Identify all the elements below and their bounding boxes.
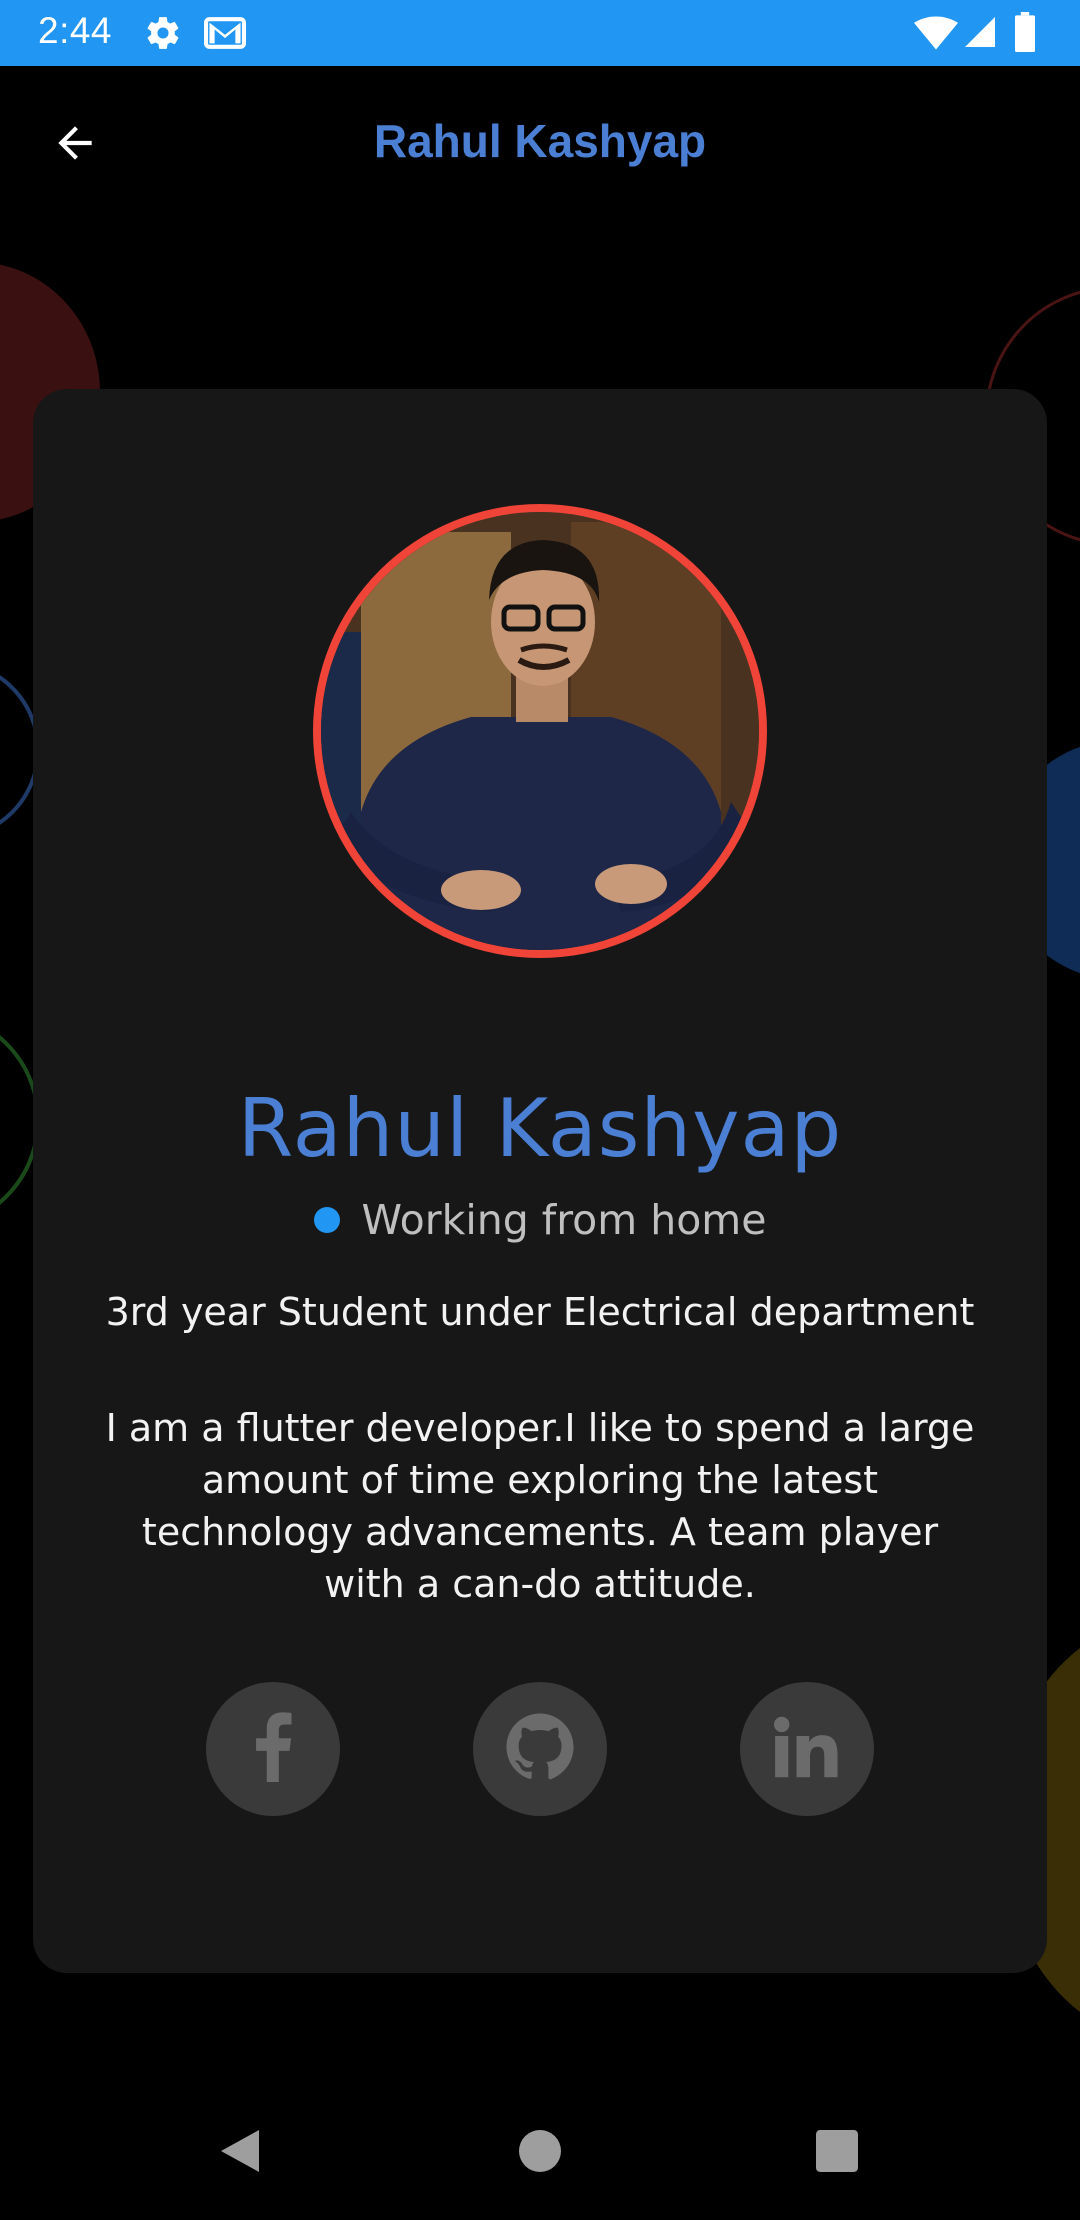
github-button[interactable]: [473, 1682, 607, 1816]
status-time: 2:44: [38, 10, 113, 51]
wifi-icon: [914, 16, 958, 54]
back-triangle-icon: [219, 2128, 261, 2178]
recents-square-icon: [816, 2130, 858, 2176]
profile-name: Rahul Kashyap: [237, 1082, 843, 1175]
nav-home-button[interactable]: [495, 2108, 585, 2198]
signal-icon: [962, 14, 998, 54]
linkedin-button[interactable]: [740, 1682, 874, 1816]
bio-text: I am a flutter developer.I like to spend…: [105, 1406, 975, 1606]
github-icon: [505, 1712, 575, 1786]
settings-icon: [144, 14, 182, 56]
battery-icon: [1014, 12, 1036, 56]
status-text: Working from home: [361, 1196, 767, 1244]
role-text: 3rd year Student under Electrical depart…: [105, 1290, 975, 1334]
linkedin-icon: [774, 1716, 840, 1782]
status-dot-icon: [313, 1207, 340, 1233]
app-title: Rahul Kashyap: [373, 115, 707, 167]
status-bar: 2:44: [0, 0, 1080, 66]
profile-screen: 2:44 Rahul Kashyap Rahul Kashyap Working…: [0, 0, 1080, 2220]
gmail-icon: [203, 14, 247, 56]
nav-recents-button[interactable]: [792, 2108, 882, 2198]
app-bar: Rahul Kashyap: [0, 66, 1080, 222]
facebook-button[interactable]: [206, 1682, 340, 1816]
home-circle-icon: [519, 2130, 561, 2176]
system-nav-bar: [0, 2086, 1080, 2220]
avatar-photo: [321, 512, 759, 950]
facebook-icon: [251, 1712, 295, 1786]
nav-back-button[interactable]: [195, 2108, 285, 2198]
presence-status: Working from home: [0, 1196, 1080, 1244]
avatar: [313, 504, 767, 958]
